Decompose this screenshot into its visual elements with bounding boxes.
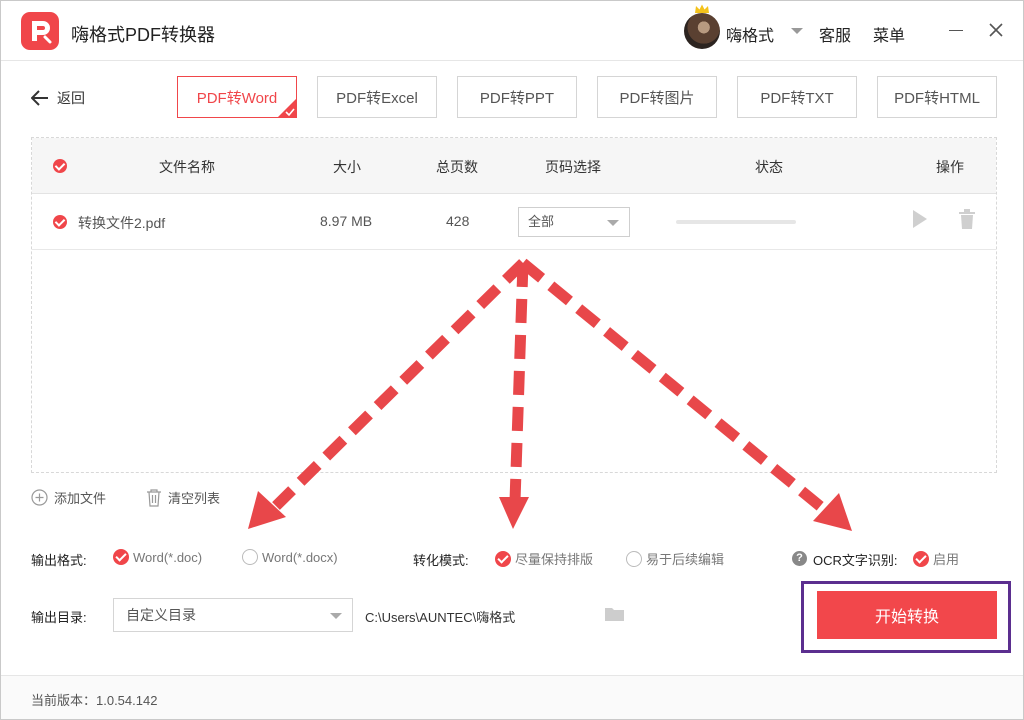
radio-unchecked-icon [242,549,258,565]
app-title: 嗨格式PDF转换器 [71,25,215,45]
tab-pdf-to-ppt[interactable]: PDF转PPT [457,76,577,118]
output-dir-path: C:\Users\AUNTEC\嗨格式 [365,610,516,625]
chevron-down-icon [607,220,619,226]
help-icon[interactable]: ? [792,551,807,566]
logo-icon [21,12,59,50]
file-name: 转换文件2.pdf [78,215,166,231]
folder-icon[interactable] [605,606,624,621]
mode-label: 转化模式: [413,553,469,568]
progress-bar [676,220,796,224]
tab-pdf-to-html[interactable]: PDF转HTML [877,76,997,118]
format-doc-option[interactable]: Word(*.doc) [113,549,202,565]
format-docx-option[interactable]: Word(*.docx) [242,549,338,565]
mode-keep-layout-label: 尽量保持排版 [515,552,594,567]
tab-label: PDF转Excel [336,89,418,107]
header-page-select: 页码选择 [545,159,601,175]
play-icon[interactable] [913,210,927,228]
add-icon [31,489,48,506]
radio-unchecked-icon [626,550,642,567]
header-size: 大小 [333,159,361,175]
chevron-down-icon [330,613,342,619]
file-size: 8.97 MB [320,213,373,229]
tab-label: PDF转HTML [894,89,980,107]
annotation-arrowhead-right [813,493,852,531]
select-all-checkbox[interactable] [53,159,67,173]
title-bar: 嗨格式PDF转换器 嗨格式 客服 菜单 [1,1,1023,61]
page-select-value: 全部 [528,214,555,229]
mode-easy-edit-option[interactable]: 易于后续编辑 [626,549,724,568]
app-window: 嗨格式PDF转换器 嗨格式 客服 菜单 返回 PDF转Word PDF转Exce… [0,0,1024,720]
version-text: 当前版本：1.0.54.142 [31,693,158,708]
format-docx-label: Word(*.docx) [262,549,338,565]
back-arrow-icon [31,90,48,106]
header-file-name: 文件名称 [159,159,215,175]
avatar[interactable] [684,13,720,49]
tab-label: PDF转Word [196,89,278,107]
table-header: 文件名称 大小 总页数 页码选择 状态 操作 [32,138,996,194]
close-icon[interactable] [988,22,1004,38]
minimize-icon[interactable] [949,30,963,31]
table-row: 转换文件2.pdf 8.97 MB 428 全部 [32,194,996,250]
mode-keep-layout-option[interactable]: 尽量保持排版 [495,549,593,568]
tab-pdf-to-image[interactable]: PDF转图片 [597,76,717,118]
ocr-label: OCR文字识别: [813,553,898,568]
username[interactable]: 嗨格式 [726,22,774,46]
tab-pdf-to-txt[interactable]: PDF转TXT [737,76,857,118]
radio-checked-icon [113,549,129,565]
ocr-enable-label: 启用 [933,552,960,567]
menu-link[interactable]: 菜单 [873,22,905,46]
add-file-button[interactable]: 添加文件 [31,488,106,507]
trash-icon [147,488,161,507]
tab-label: PDF转TXT [760,89,834,107]
mode-easy-edit-label: 易于后续编辑 [646,552,725,567]
header-pages: 总页数 [436,159,478,175]
footer: 当前版本：1.0.54.142 [1,675,1023,719]
format-doc-label: Word(*.doc) [133,549,203,565]
add-file-label: 添加文件 [54,491,107,506]
format-label: 输出格式: [31,553,87,568]
row-checkbox[interactable] [53,215,67,229]
dir-label: 输出目录: [31,610,87,625]
trash-icon[interactable] [958,209,976,229]
clear-list-button[interactable]: 清空列表 [146,488,220,507]
annotation-arrowhead-middle [499,497,529,529]
file-table: 文件名称 大小 总页数 页码选择 状态 操作 转换文件2.pdf 8.97 MB… [31,137,997,473]
tab-label: PDF转PPT [479,89,555,107]
tab-pdf-to-word[interactable]: PDF转Word [177,76,297,118]
output-dir-value: 自定义目录 [126,607,196,623]
header-actions: 操作 [936,159,964,175]
output-dir-dropdown[interactable]: 自定义目录 [113,598,353,632]
check-corner-icon [277,98,297,118]
ocr-enable-option[interactable]: 启用 [913,549,959,568]
tab-pdf-to-excel[interactable]: PDF转Excel [317,76,437,118]
file-pages: 428 [446,213,470,229]
chevron-down-icon[interactable] [791,28,803,34]
back-label: 返回 [57,90,85,106]
page-select-dropdown[interactable]: 全部 [518,207,630,237]
radio-checked-icon [495,550,511,567]
service-link[interactable]: 客服 [819,22,851,46]
start-convert-button[interactable]: 开始转换 [817,591,997,639]
header-status: 状态 [755,159,783,175]
checkbox-checked-icon [913,550,929,567]
tab-label: PDF转图片 [619,89,695,107]
annotation-arrowhead-left [248,491,286,529]
back-button[interactable]: 返回 [31,87,85,109]
clear-list-label: 清空列表 [168,491,221,506]
